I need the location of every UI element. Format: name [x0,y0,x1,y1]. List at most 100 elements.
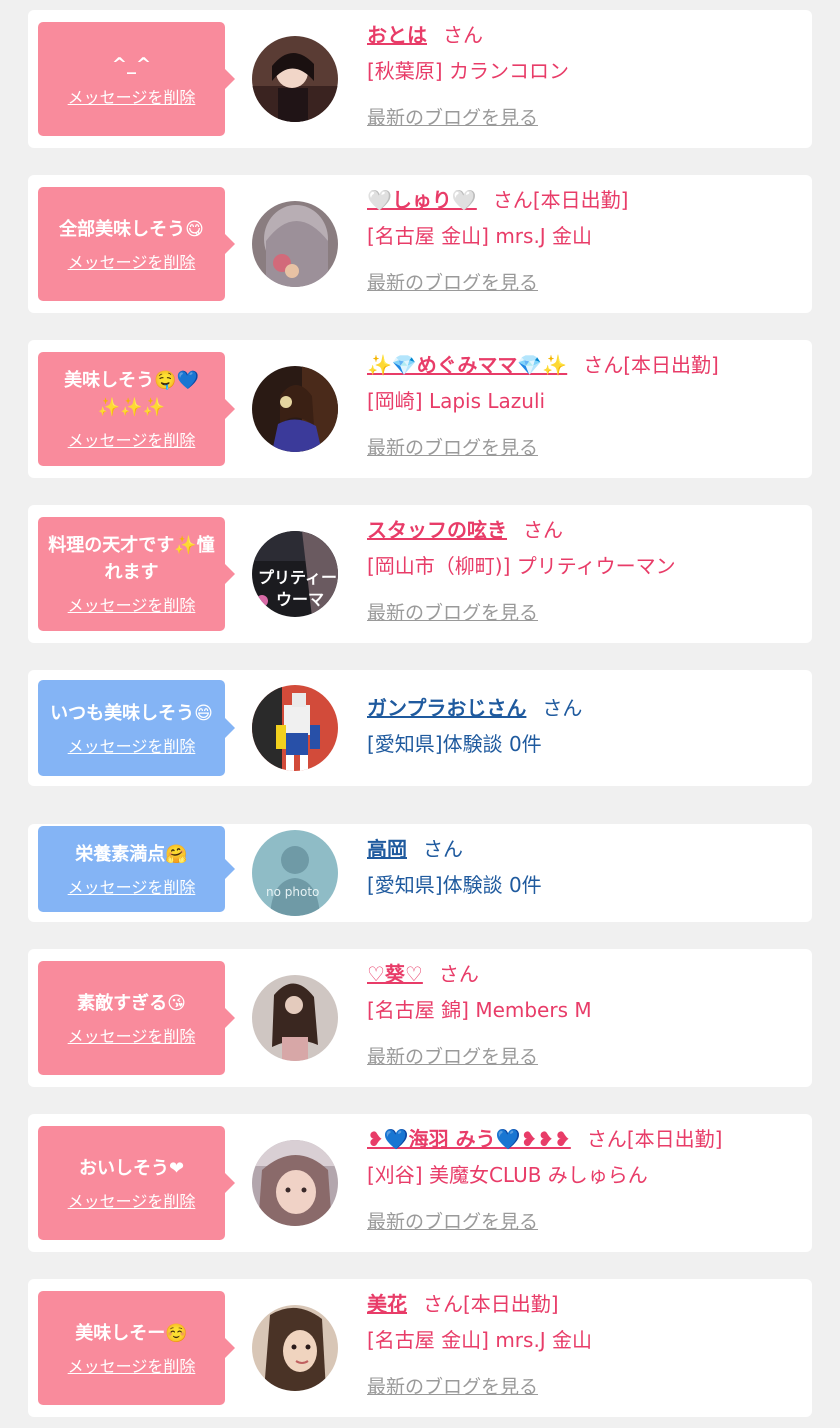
latest-blog-link[interactable]: 最新のブログを見る [367,601,538,625]
profile-name-link[interactable]: 美花 [367,1292,407,1316]
avatar[interactable] [252,1140,338,1226]
message-bubble: 美味しそう🤤💙✨✨✨ メッセージを削除 [38,352,235,466]
attendance-status: [本日出勤] [532,188,629,212]
message-bubble: 栄養素満点🤗 メッセージを削除 [38,826,235,912]
honorific: さん [438,962,479,986]
message-list: ^_^ メッセージを削除 おとは さん [秋葉原] カランコロン 最新のブログを見る 全部美… [0,0,840,1428]
girl-photo-icon [252,1140,338,1226]
profile-name-link[interactable]: ✨💎めぐみママ💎✨ [367,353,567,377]
honorific: さん [583,353,624,377]
avatar[interactable] [252,366,338,452]
shop-logo-icon: プリティーウーマ [252,531,338,617]
name-line: 🤍しゅり🤍 さん[本日出勤] [367,187,802,213]
latest-blog-link[interactable]: 最新のブログを見る [367,1375,538,1399]
list-item: 栄養素満点🤗 メッセージを削除 no photo 高岡 さん [愛知県]体験談 0件 [28,824,812,922]
profile-info: おとは さん [秋葉原] カランコロン 最新のブログを見る [367,22,802,130]
name-line: ♡葵♡ さん [367,961,802,987]
profile-info: ♡葵♡ さん [名古屋 錦] Members M 最新のブログを見る [367,961,802,1069]
delete-message-link[interactable]: メッセージを削除 [68,253,196,273]
message-bubble: 素敵すぎる😘 メッセージを削除 [38,961,235,1075]
profile-name-link[interactable]: 🤍しゅり🤍 [367,188,477,212]
list-item: 素敵すぎる😘 メッセージを削除 ♡葵♡ さん [名古屋 錦] Members M 最新のブ… [28,949,812,1087]
honorific: さん [542,696,583,720]
girl-photo-icon [252,366,338,452]
latest-blog-link[interactable]: 最新のブログを見る [367,1210,538,1234]
honorific: さん [423,837,463,861]
avatar[interactable]: no photo [252,830,338,916]
attendance-status: [本日出勤] [463,1292,559,1316]
profile-name-link[interactable]: ♡葵♡ [367,962,423,986]
list-item: いつも美味しそう😄 メッセージを削除 ガンプラおじさん さん [愛知県]体験談 0件 [28,670,812,786]
svg-text:ウーマ: ウーマ [276,590,324,609]
message-text: 栄養素満点🤗 [75,843,188,865]
girl-photo-icon [252,975,338,1061]
delete-message-link[interactable]: メッセージを削除 [68,1192,196,1212]
no-photo-silhouette-icon: no photo [252,830,338,916]
delete-message-link[interactable]: メッセージを削除 [68,596,196,616]
honorific: さん [523,518,563,542]
message-text: 全部美味しそう😋 [59,218,204,240]
delete-message-link[interactable]: メッセージを削除 [68,431,196,451]
profile-info: ❥💙海羽 みう💙❥❥❥ さん[本日出勤] [刈谷] 美魔女CLUB みしゅらん 最新の… [367,1126,802,1234]
latest-blog-link[interactable]: 最新のブログを見る [367,1045,538,1069]
latest-blog-link[interactable]: 最新のブログを見る [367,106,538,130]
avatar[interactable] [252,685,338,771]
name-line: 高岡 さん [367,836,802,862]
profile-info: 🤍しゅり🤍 さん[本日出勤] [名古屋 金山] mrs.J 金山 最新のブログを見る [367,187,802,295]
girl-photo-icon [252,1305,338,1391]
name-line: ガンプラおじさん さん [367,695,802,721]
shop-info: [愛知県]体験談 0件 [367,873,542,897]
profile-info: ✨💎めぐみママ💎✨ さん[本日出勤] [岡崎] Lapis Lazuli 最新のブログ… [367,352,802,460]
profile-name-link[interactable]: ガンプラおじさん [367,696,526,720]
list-item: 料理の天才です✨憧れます メッセージを削除 プリティー ウーマ スタッフの呟き さん [岡山… [28,505,812,643]
shop-info: [秋葉原] カランコロン [367,59,569,83]
message-text: おいしそう❤ [78,1157,185,1179]
shop-info: [名古屋 金山] mrs.J 金山 [367,1328,593,1352]
delete-message-link[interactable]: メッセージを削除 [68,1027,196,1047]
girl-photo-icon [252,36,338,122]
delete-message-link[interactable]: メッセージを削除 [68,737,196,757]
message-text: 料理の天才です✨憧れます [48,535,215,583]
no-photo-text: no photo [266,885,319,899]
profile-info: スタッフの呟き さん [岡山市（柳町)] プリティウーマン 最新のブログを見る [367,517,802,625]
message-text: ^_^ [111,53,152,75]
profile-name-link[interactable]: ❥💙海羽 みう💙❥❥❥ [367,1127,571,1151]
shop-info: [岡山市（柳町)] プリティウーマン [367,554,676,578]
shop-info: [名古屋 錦] Members M [367,998,592,1022]
avatar[interactable]: プリティー ウーマ [252,531,338,617]
profile-info: ガンプラおじさん さん [愛知県]体験談 0件 [367,695,802,757]
profile-info: 美花 さん[本日出勤] [名古屋 金山] mrs.J 金山 最新のブログを見る [367,1291,802,1399]
delete-message-link[interactable]: メッセージを削除 [68,1357,196,1377]
delete-message-link[interactable]: メッセージを削除 [68,88,196,108]
name-line: スタッフの呟き さん [367,517,802,543]
message-bubble: 料理の天才です✨憧れますメッセージを削除 [38,517,235,631]
avatar[interactable] [252,975,338,1061]
latest-blog-link[interactable]: 最新のブログを見る [367,436,538,460]
honorific: さん [492,188,533,212]
svg-text:プリティー: プリティー [258,568,337,587]
honorific: さん [586,1127,627,1151]
profile-name-link[interactable]: おとは [367,23,427,47]
name-line: ✨💎めぐみママ💎✨ さん[本日出勤] [367,352,802,378]
message-bubble: おいしそう❤ メッセージを削除 [38,1126,235,1240]
avatar[interactable] [252,201,338,287]
honorific: さん [423,1292,463,1316]
list-item: ^_^ メッセージを削除 おとは さん [秋葉原] カランコロン 最新のブログを見る [28,10,812,148]
robot-photo-icon [252,685,338,771]
latest-blog-link[interactable]: 最新のブログを見る [367,271,538,295]
attendance-status: [本日出勤] [623,353,719,377]
message-bubble: ^_^ メッセージを削除 [38,22,235,136]
profile-name-link[interactable]: スタッフの呟き [367,518,507,542]
delete-message-link[interactable]: メッセージを削除 [68,878,196,898]
message-text: いつも美味しそう😄 [50,702,213,724]
message-bubble: いつも美味しそう😄 メッセージを削除 [38,680,235,776]
shop-info: [愛知県]体験談 0件 [367,732,542,756]
avatar[interactable] [252,1305,338,1391]
girl-photo-icon [252,201,338,287]
avatar[interactable] [252,36,338,122]
attendance-status: [本日出勤] [626,1127,723,1151]
list-item: 全部美味しそう😋 メッセージを削除 🤍しゅり🤍 さん[本日出勤] [名古屋 金山] mr… [28,175,812,313]
list-item: 美味しそー☺️ メッセージを削除 美花 さん[本日出勤] [名古屋 金山] mrs.J … [28,1279,812,1417]
profile-name-link[interactable]: 高岡 [367,837,407,861]
list-item: おいしそう❤ メッセージを削除 ❥💙海羽 みう💙❥❥❥ さん[本日出勤] [刈谷] 美魔… [28,1114,812,1252]
